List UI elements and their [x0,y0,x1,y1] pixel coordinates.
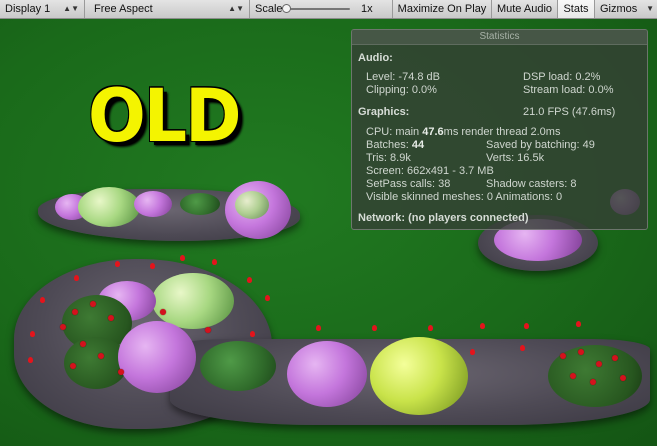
red-rose [80,341,86,347]
stats-label: Stats [563,3,589,15]
hosta-bush [78,187,140,227]
gizmos-label: Gizmos [600,3,638,15]
display-dropdown[interactable]: Display 1 ▲▼ [0,0,85,18]
mute-audio-toggle[interactable]: Mute Audio [492,0,558,18]
red-tulip [520,345,525,351]
stats-toggle[interactable]: Stats [558,0,595,18]
red-tulip [470,349,475,355]
red-tulip [480,323,485,329]
graphics-setpass-calls: SetPass calls: 38 [366,178,451,190]
red-tulip [428,325,433,331]
dropdown-arrow-icon: ▲▼ [228,4,244,13]
red-rose [118,369,124,375]
graphics-screen: Screen: 662x491 - 3.7 MB [366,165,494,177]
red-tulip [247,277,252,283]
audio-heading: Audio: [358,52,393,64]
graphics-batches: Batches: 44 [366,139,425,151]
yellow-green-bush [370,337,468,415]
maximize-on-play-toggle[interactable]: Maximize On Play [393,0,492,18]
red-rose [612,355,618,361]
hosta-bush [152,273,234,329]
purple-flower-bush [118,321,196,393]
red-tulip [74,275,79,281]
audio-level: Level: -74.8 dB [366,71,440,83]
aspect-dropdown[interactable]: Free Aspect ▲▼ [89,0,250,18]
purple-flower-bush [134,191,172,217]
red-rose [205,327,211,333]
red-tulip [212,259,217,265]
gizmos-dropdown[interactable]: Gizmos ▼ [595,0,657,18]
red-rose [60,324,66,330]
audio-clipping: Clipping: 0.0% [366,84,437,96]
leafy-bush [200,341,276,391]
graphics-heading: Graphics: [358,106,410,118]
hosta-bush [235,191,269,219]
red-tulip [150,263,155,269]
chevron-down-icon: ▼ [646,4,654,13]
scale-control: Scale 1x [250,0,393,18]
red-rose [578,349,584,355]
leafy-bush [180,193,220,215]
maximize-on-play-label: Maximize On Play [397,3,487,15]
graphics-skinned-meshes: Visible skinned meshes: 0 Animations: 0 [366,191,563,203]
graphics-saved-by-batching: Saved by batching: 49 [486,139,595,151]
scale-label: Scale [255,3,283,15]
red-tulip [30,331,35,337]
red-rose [160,309,166,315]
red-rose [108,315,114,321]
red-tulip [524,323,529,329]
network-status: Network: (no players connected) [358,212,529,224]
graphics-cpu: CPU: main 47.6ms render thread 2.0ms [366,126,561,138]
red-rose [560,353,566,359]
red-tulip [28,357,33,363]
red-tulip [265,295,270,301]
graphics-shadow-casters: Shadow casters: 8 [486,178,577,190]
old-title-text: OLD [88,73,242,160]
red-tulip [576,321,581,327]
scale-slider[interactable] [282,4,350,13]
mute-audio-label: Mute Audio [496,3,553,15]
red-tulip [40,297,45,303]
audio-dsp-load: DSP load: 0.2% [523,71,601,83]
statistics-title: Statistics [352,30,647,45]
red-rose [596,361,602,367]
graphics-fps: 21.0 FPS (47.6ms) [523,106,616,118]
red-rose [590,379,596,385]
red-tulip [316,325,321,331]
red-rose [570,373,576,379]
statistics-panel: Statistics Audio: Level: -74.8 dB Clippi… [351,29,648,230]
dropdown-arrow-icon: ▲▼ [63,4,79,13]
red-rose [90,301,96,307]
scale-value: 1x [361,3,373,15]
audio-stream-load: Stream load: 0.0% [523,84,614,96]
scale-slider-knob[interactable] [282,4,291,13]
red-tulip [115,261,120,267]
display-dropdown-label: Display 1 [5,3,51,15]
red-tulip [372,325,377,331]
aspect-dropdown-label: Free Aspect [94,3,153,15]
game-view-toolbar: Display 1 ▲▼ Free Aspect ▲▼ Scale 1x Max… [0,0,657,19]
graphics-verts: Verts: 16.5k [486,152,545,164]
red-tulip [180,255,185,261]
purple-flower-bush [287,341,367,407]
red-tulip [250,331,255,337]
red-rose [72,309,78,315]
graphics-tris: Tris: 8.9k [366,152,411,164]
red-rose [620,375,626,381]
red-rose [98,353,104,359]
red-rose [70,363,76,369]
